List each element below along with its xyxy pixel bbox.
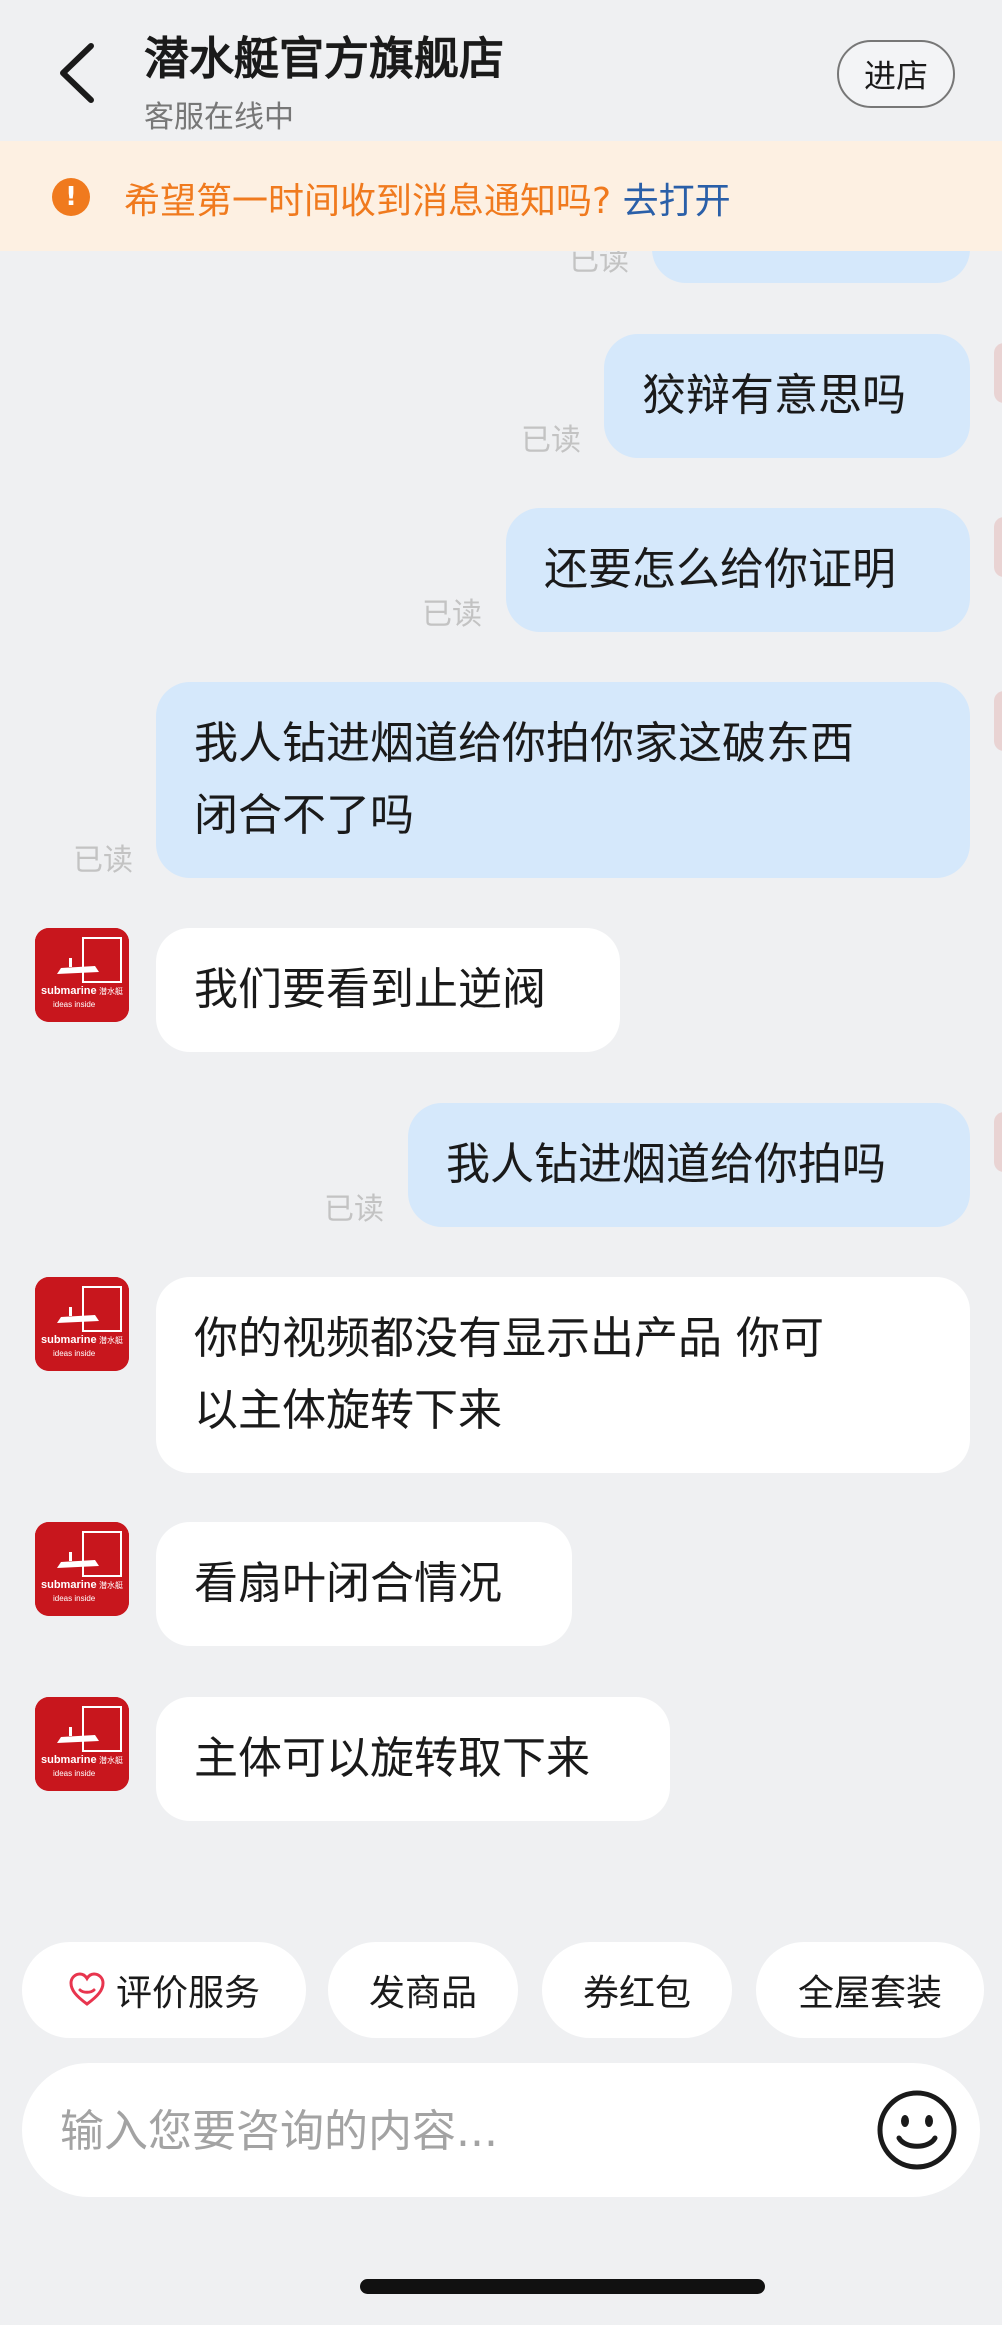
user-avatar-edge [994, 517, 1002, 577]
read-receipt: 已读 [521, 423, 581, 458]
chip-label: 全屋套装 [797, 1973, 942, 2014]
back-button[interactable] [52, 38, 102, 108]
agent-avatar[interactable]: submarine 潜水艇 ideas inside [35, 1277, 129, 1371]
user-avatar-edge [994, 343, 1002, 403]
submarine-logo: submarine 潜水艇 ideas inside [35, 1697, 129, 1791]
chat-header: 潜水艇官方旗舰店 客服在线中 进店 [0, 0, 1002, 141]
message-bubble[interactable]: 狡辩有意思吗 [604, 334, 970, 458]
message-bubble[interactable]: 我人钻进烟道给你拍你家这破东西 闭合不了吗 [156, 682, 970, 878]
message-input[interactable] [58, 2091, 842, 2171]
agent-avatar[interactable]: submarine 潜水艇 ideas inside [35, 928, 129, 1022]
read-receipt: 已读 [73, 843, 133, 878]
message-list[interactable]: 已读 狡辩有意思吗 已读 还要怎么给你证明 已读 我人钻进烟道给你拍你家这破东西… [0, 251, 1002, 1921]
chip-label: 评价服务 [115, 1973, 260, 2014]
agent-avatar[interactable]: submarine 潜水艇 ideas inside [35, 1697, 129, 1791]
avatar-brand: submarine [41, 1579, 97, 1591]
emoji-button[interactable] [874, 2087, 960, 2173]
avatar-brand-cn: 潜水艇 [99, 1335, 123, 1345]
message-bubble[interactable]: 我们要看到止逆阀 [156, 928, 620, 1052]
chevron-left-icon [60, 43, 94, 103]
avatar-tagline: ideas inside [53, 1349, 96, 1358]
chip-label: 发商品 [368, 1973, 477, 2014]
message-bubble-partial[interactable] [652, 251, 970, 283]
notification-text: 希望第一时间收到消息通知吗? 去打开 [124, 172, 731, 224]
message-text: 看扇叶闭合情况 [194, 1558, 502, 1609]
enable-notifications-link[interactable]: 去打开 [623, 181, 731, 222]
avatar-tagline: ideas inside [53, 1000, 96, 1009]
user-avatar-edge [994, 1112, 1002, 1172]
alert-circle-icon: ! [52, 178, 90, 216]
read-receipt: 已读 [324, 1192, 384, 1227]
agent-avatar[interactable]: submarine 潜水艇 ideas inside [35, 1522, 129, 1616]
chip-label: 券红包 [582, 1973, 691, 2014]
message-text-line: 我人钻进烟道给你拍你家这破东西 [194, 718, 854, 769]
avatar-brand-cn: 潜水艇 [99, 1580, 123, 1590]
send-product-button[interactable]: 发商品 [328, 1942, 518, 2038]
message-text: 我人钻进烟道给你拍吗 [446, 1139, 886, 1190]
read-receipt: 已读 [422, 597, 482, 632]
submarine-logo: submarine 潜水艇 ideas inside [35, 1522, 129, 1616]
submarine-logo: submarine 潜水艇 ideas inside [35, 1277, 129, 1371]
message-bubble[interactable]: 主体可以旋转取下来 [156, 1697, 670, 1821]
rate-service-button[interactable]: 评价服务 [22, 1942, 306, 2038]
avatar-brand-cn: 潜水艇 [99, 986, 123, 996]
message-text: 狡辩有意思吗 [642, 370, 906, 421]
notification-banner: ! 希望第一时间收到消息通知吗? 去打开 [0, 141, 1002, 251]
message-text-line: 闭合不了吗 [194, 790, 414, 841]
shop-title: 潜水艇官方旗舰店 [144, 32, 505, 85]
avatar-brand: submarine [41, 1334, 97, 1346]
message-text: 主体可以旋转取下来 [194, 1733, 590, 1784]
message-text: 还要怎么给你证明 [544, 544, 896, 595]
read-receipt: 已读 [569, 251, 629, 278]
home-indicator[interactable] [360, 2279, 765, 2294]
message-text: 我们要看到止逆阀 [194, 964, 546, 1015]
heart-service-icon [69, 1972, 105, 2006]
notification-message: 希望第一时间收到消息通知吗? [124, 181, 612, 222]
avatar-tagline: ideas inside [53, 1769, 96, 1778]
avatar-brand: submarine [41, 985, 97, 997]
message-bubble[interactable]: 你的视频都没有显示出产品 你可 以主体旋转下来 [156, 1277, 970, 1473]
enter-store-button[interactable]: 进店 [837, 40, 955, 108]
message-bubble[interactable]: 还要怎么给你证明 [506, 508, 970, 632]
smiley-icon [877, 2090, 957, 2170]
message-text-line: 以主体旋转下来 [194, 1385, 502, 1436]
user-avatar-edge [994, 691, 1002, 751]
whole-house-set-button[interactable]: 全屋套装 [756, 1942, 984, 2038]
message-bubble[interactable]: 我人钻进烟道给你拍吗 [408, 1103, 970, 1227]
message-input-bar [22, 2063, 980, 2197]
message-bubble[interactable]: 看扇叶闭合情况 [156, 1522, 572, 1646]
avatar-brand: submarine [41, 1754, 97, 1766]
submarine-logo: submarine 潜水艇 ideas inside [35, 928, 129, 1022]
coupon-button[interactable]: 券红包 [542, 1942, 732, 2038]
agent-status: 客服在线中 [144, 100, 294, 135]
message-text-line: 你的视频都没有显示出产品 你可 [194, 1313, 824, 1364]
avatar-tagline: ideas inside [53, 1594, 96, 1603]
quick-action-bar: 评价服务 发商品 券红包 全屋套装 [0, 1942, 1002, 2038]
avatar-brand-cn: 潜水艇 [99, 1755, 123, 1765]
